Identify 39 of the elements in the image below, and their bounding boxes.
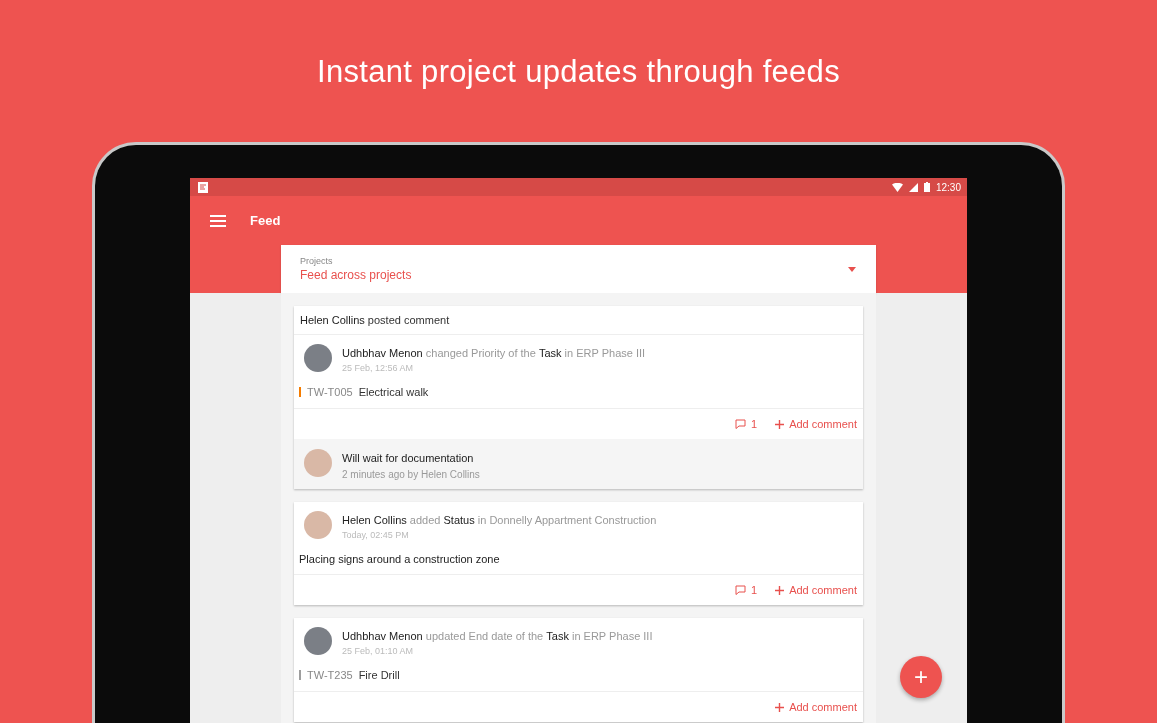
comment-count-button[interactable]: 1 [735,584,758,596]
wifi-icon [891,182,903,192]
task-id: TW-T005 [307,386,353,398]
activity-text: Udhbhav Menon changed Priority of the Task in ERP Phase III [342,347,646,359]
comment-icon [735,419,746,429]
timestamp: 25 Feb, 01:10 AM [342,646,414,656]
battery-icon [923,182,930,192]
plus-icon [775,702,785,712]
comment-meta: 2 minutes ago by Helen Collins [342,469,480,480]
add-fab-button[interactable]: + [900,656,942,698]
feed-header-text: Helen Collins posted comment [300,314,450,326]
avatar [304,449,332,477]
task-title[interactable]: Fire Drill [358,669,400,681]
activity-text: Helen Collins added Status in Donnelly Appartment Construction [342,514,657,526]
plus-icon [775,419,785,429]
avatar [304,344,332,372]
add-comment-button[interactable]: Add comment [775,418,857,430]
project-dropdown[interactable]: Projects Feed across projects [281,245,876,293]
task-id: TW-T235 [307,669,353,681]
signal-icon [908,182,918,192]
timestamp: Today, 02:45 PM [342,530,409,540]
avatar [304,511,332,539]
activity-text: Udhbhav Menon updated End date of the Task in ERP Phase III [342,630,653,642]
screen-title: Feed [250,213,281,228]
comment-count-button[interactable]: 1 [735,418,758,430]
add-comment-button[interactable]: Add comment [775,584,857,596]
menu-icon[interactable] [210,214,226,227]
add-comment-button[interactable]: Add comment [775,701,857,713]
caret-icon [848,267,856,272]
timestamp: 25 Feb, 12:56 AM [342,363,414,373]
status-text: Placing signs around a construction zone [294,540,863,575]
clock-time: 12:30 [935,181,961,193]
app-notification-icon [198,181,208,193]
task-title[interactable]: Electrical walk [358,386,429,398]
comment-icon [735,585,746,595]
headline: Instant project updates through feeds [317,53,840,91]
plus-icon [775,585,785,595]
comment-text: Will wait for documentation [342,452,474,464]
avatar [304,627,332,655]
